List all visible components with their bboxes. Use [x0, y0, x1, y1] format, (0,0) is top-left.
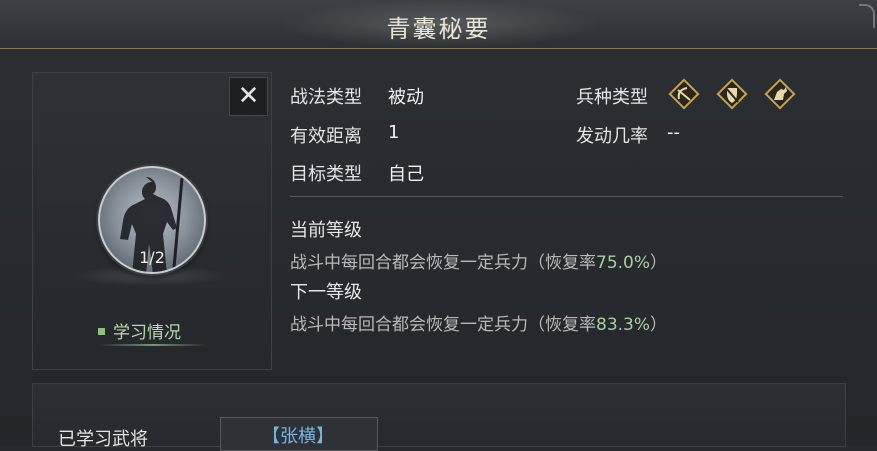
current-level-title: 当前等级: [290, 220, 362, 241]
target-type-value: 自己: [388, 164, 424, 185]
next-level-title: 下一等级: [290, 282, 362, 303]
cavalry-icon: [764, 78, 796, 110]
window-title: 青囊秘要: [386, 15, 491, 43]
title-bar: 青囊秘要: [0, 0, 877, 49]
study-status-link[interactable]: 学习情况: [98, 318, 208, 346]
learned-generals-panel: [32, 383, 846, 447]
tactic-type-label: 战法类型: [290, 87, 362, 108]
current-desc-suffix: ）: [650, 253, 668, 273]
range-label: 有效距离: [290, 126, 362, 147]
general-name-link[interactable]: 【张横】: [220, 422, 376, 448]
next-desc-suffix: ）: [650, 315, 668, 335]
tactic-level: 1/2: [139, 248, 165, 267]
learned-generals-label: 已学习武将: [58, 429, 148, 450]
corner-ornament: [859, 4, 875, 28]
link-underline: [98, 344, 208, 346]
next-level-desc: 战斗中每回合都会恢复一定兵力（恢复率83.3%）: [290, 310, 667, 335]
trigger-rate-label: 发动几率: [576, 126, 648, 147]
trigger-rate-value: --: [667, 122, 680, 143]
tactic-type-value: 被动: [388, 87, 424, 108]
current-recovery-rate: 75.0%: [596, 253, 651, 273]
current-desc-prefix: 战斗中每回合都会恢复一定兵力（恢复率: [290, 253, 596, 273]
bullet-square-icon: [98, 328, 105, 335]
study-status-label: 学习情况: [113, 323, 181, 343]
next-desc-prefix: 战斗中每回合都会恢复一定兵力（恢复率: [290, 315, 596, 335]
archer-icon: [668, 78, 700, 110]
current-level-desc: 战斗中每回合都会恢复一定兵力（恢复率75.0%）: [290, 248, 667, 273]
next-recovery-rate: 83.3%: [596, 315, 651, 335]
shield-icon: [716, 78, 748, 110]
section-divider: [290, 196, 843, 197]
unit-type-label: 兵种类型: [576, 87, 648, 108]
range-value: 1: [388, 122, 400, 143]
target-type-label: 目标类型: [290, 164, 362, 185]
close-button[interactable]: ✕: [229, 77, 268, 116]
